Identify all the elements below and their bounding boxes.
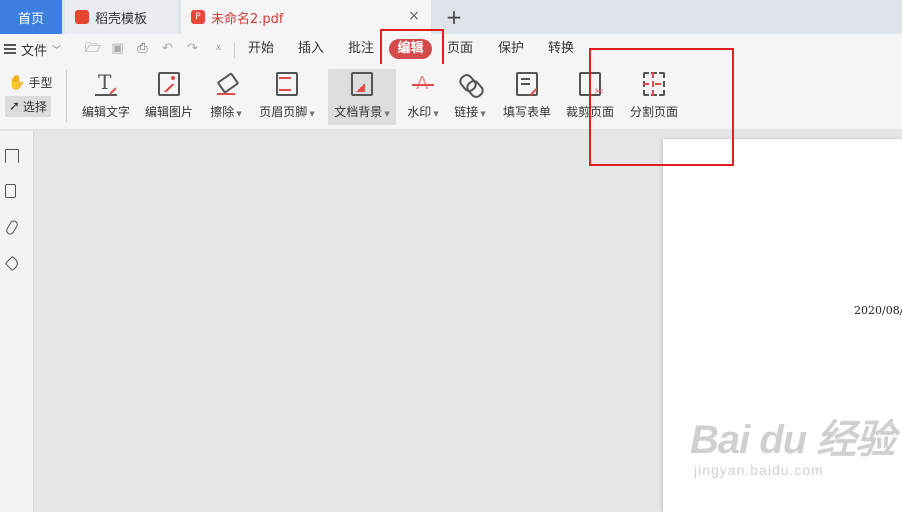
watermark-icon	[412, 72, 434, 96]
header-footer-label: 页眉页脚	[259, 105, 308, 119]
edit-image-icon	[158, 72, 180, 96]
print-icon[interactable]: ⎙	[135, 42, 150, 56]
header-footer-button[interactable]: 页眉页脚 ▼	[257, 69, 317, 125]
hamburger-icon	[4, 44, 16, 54]
side-panel	[0, 131, 34, 512]
dropdown-caret-icon: ▼	[236, 110, 242, 118]
dropdown-caret-icon: ▼	[433, 110, 439, 118]
save-icon[interactable]: ▣	[110, 42, 125, 56]
header-footer-icon	[276, 72, 298, 96]
file-menu-label: 文件	[21, 43, 48, 59]
bookmark-icon[interactable]	[5, 149, 19, 163]
watermark-url: jingyan.baidu.com	[694, 462, 824, 478]
file-menu-button[interactable]: 文件 ﹀	[4, 40, 62, 59]
fill-form-label: 填写表单	[502, 105, 551, 119]
menu-start[interactable]: 开始	[248, 41, 274, 57]
close-tab-icon[interactable]: ×	[407, 9, 421, 23]
link-button[interactable]: 链接 ▼	[451, 69, 489, 125]
tab-template-label: 稻壳模板	[95, 11, 148, 27]
dropdown-caret-icon: ▼	[384, 110, 390, 118]
toolbar-divider	[66, 70, 67, 122]
ribbon-toolbar: ✋ 手型 ➚ 选择 编辑文字 编辑图片 擦除▼ 页眉页脚▼ 文档背景▼ 水印▼ …	[0, 64, 902, 130]
select-mode-button[interactable]: ➚ 选择	[5, 96, 51, 117]
watermark-label-wrap: 水印 ▼	[407, 103, 438, 120]
menu-divider	[234, 42, 235, 58]
chevron-down-icon: ﹀	[52, 45, 62, 56]
tab-template[interactable]: 稻壳模板	[65, 0, 178, 34]
tab-home[interactable]: 首页	[0, 0, 62, 34]
attachment-icon[interactable]	[4, 219, 20, 236]
cursor-arrow-icon: ➚	[9, 99, 20, 114]
fill-form-button[interactable]: 填写表单	[501, 69, 553, 125]
hand-mode-label: 手型	[28, 76, 53, 90]
fill-form-icon	[516, 72, 538, 96]
erase-button[interactable]: 擦除 ▼	[206, 69, 246, 125]
add-tab-button[interactable]: +	[444, 5, 464, 29]
menu-convert[interactable]: 转换	[548, 41, 574, 57]
baidu-jingyan-watermark: Bai du 经验 jingyan.baidu.com	[690, 418, 895, 478]
page-date-text: 2020/08/	[854, 304, 902, 317]
tab-home-label: 首页	[17, 11, 44, 27]
document-background-icon	[351, 72, 373, 96]
edit-text-icon	[95, 72, 117, 96]
link-icon	[459, 72, 481, 96]
header-footer-label-wrap: 页眉页脚 ▼	[259, 103, 314, 120]
menu-page[interactable]: 页面	[447, 41, 473, 57]
menu-annotate[interactable]: 批注	[348, 41, 374, 57]
signature-icon[interactable]	[4, 255, 21, 272]
tab-bar: 首页 稻壳模板 P 未命名2.pdf × +	[0, 0, 902, 34]
menu-protect[interactable]: 保护	[498, 41, 524, 57]
redo-icon[interactable]: ↷	[185, 42, 200, 56]
document-background-button[interactable]: 文档背景 ▼	[328, 69, 396, 125]
pdf-file-icon: P	[191, 10, 205, 24]
dropdown-caret-icon: ▼	[480, 110, 486, 118]
menu-insert[interactable]: 插入	[298, 41, 324, 57]
link-label-wrap: 链接 ▼	[454, 103, 485, 120]
hand-icon: ✋	[8, 74, 26, 91]
dropdown-caret-icon: ▼	[309, 110, 315, 118]
watermark-button[interactable]: 水印▼	[404, 69, 442, 125]
menu-bar: 文件 ﹀ 🗁 ▣ ⎙ ↶ ↷ ⩡ 开始 插入 批注 页面 保护 转换	[0, 34, 902, 64]
thumbnail-icon[interactable]	[5, 184, 16, 198]
docer-flame-icon	[75, 10, 89, 24]
annotation-highlight-split-page	[589, 48, 734, 166]
hand-mode-button[interactable]: ✋ 手型	[8, 74, 52, 91]
customize-quick-access-icon[interactable]: ⩡	[211, 42, 226, 56]
edit-text-label: 编辑文字	[81, 105, 130, 119]
edit-image-label: 编辑图片	[144, 105, 193, 119]
document-background-label: 文档背景	[334, 105, 383, 119]
edit-text-button[interactable]: 编辑文字	[80, 69, 132, 125]
link-label: 链接	[454, 105, 479, 119]
open-folder-icon[interactable]: 🗁	[85, 42, 101, 56]
document-background-label-wrap: 文档背景 ▼	[334, 103, 389, 120]
undo-icon[interactable]: ↶	[160, 42, 175, 56]
erase-label-wrap: 擦除 ▼	[210, 103, 241, 120]
watermark-logo: Bai du 经验	[690, 418, 895, 462]
eraser-icon	[215, 72, 237, 96]
watermark-label: 水印	[407, 105, 432, 119]
select-mode-label: 选择	[22, 100, 47, 114]
erase-label: 擦除	[210, 105, 235, 119]
tab-document-label: 未命名2.pdf	[211, 11, 284, 27]
edit-image-button[interactable]: 编辑图片	[143, 69, 195, 125]
